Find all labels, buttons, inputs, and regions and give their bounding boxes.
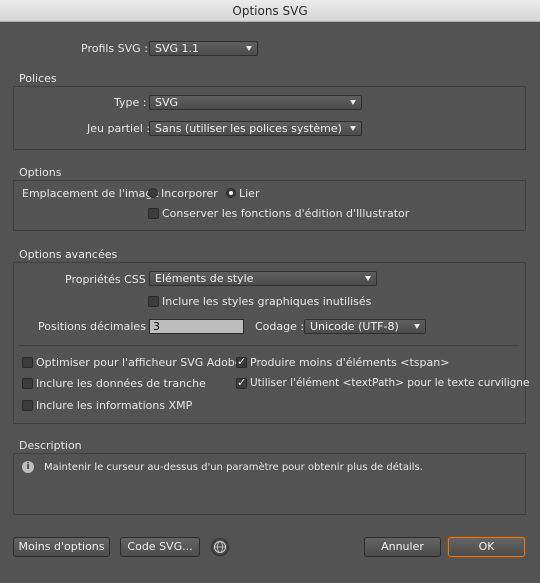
fewer-tspan-checkbox[interactable] (236, 355, 247, 368)
encoding-label: Codage : (255, 320, 305, 333)
embed-radio[interactable] (148, 188, 158, 198)
preserve-editing-checkbox[interactable] (148, 208, 159, 219)
chevron-down-icon (365, 276, 371, 281)
link-label: Lier (239, 187, 260, 200)
font-type-value: SVG (155, 96, 179, 109)
chevron-down-icon (350, 126, 356, 131)
chevron-down-icon (414, 324, 420, 329)
font-subset-label: Jeu partiel : (87, 122, 151, 135)
css-properties-label: Propriétés CSS : (65, 273, 153, 286)
fonts-section-title: Polices (19, 72, 57, 85)
xmp-checkbox[interactable] (22, 400, 33, 411)
less-options-button[interactable]: Moins d'options (13, 537, 110, 557)
svg-profile-label: Profils SVG : (81, 42, 148, 55)
fewer-tspan-label: Produire moins d'éléments <tspan> (250, 356, 450, 369)
textpath-checkbox[interactable] (236, 376, 247, 389)
unused-styles-label: Inclure les styles graphiques inutilisés (162, 295, 372, 308)
font-subset-dropdown[interactable]: Sans (utiliser les polices système) (149, 121, 362, 136)
description-section-title: Description (19, 439, 82, 452)
advanced-section-title: Options avancées (19, 248, 118, 261)
font-type-label: Type : (114, 96, 147, 109)
slice-data-label: Inclure les données de tranche (36, 377, 206, 390)
preserve-editing-label: Conserver les fonctions d'édition d'Illu… (162, 207, 410, 220)
window-title: Options SVG (0, 0, 540, 22)
encoding-dropdown[interactable]: Unicode (UTF-8) (304, 319, 426, 334)
options-section-title: Options (19, 166, 62, 179)
chevron-down-icon (350, 100, 356, 105)
slice-data-checkbox[interactable] (22, 378, 33, 389)
xmp-label: Inclure les informations XMP (36, 399, 193, 412)
unused-styles-checkbox[interactable] (148, 296, 159, 307)
advanced-divider (19, 345, 519, 346)
textpath-label: Utiliser l'élément <textPath> pour le te… (250, 377, 530, 389)
optimize-label: Optimiser pour l'afficheur SVG Adobe (36, 356, 242, 369)
info-icon: i (22, 461, 34, 473)
optimize-checkbox[interactable] (22, 357, 33, 368)
font-subset-value: Sans (utiliser les polices système) (155, 122, 342, 135)
embed-label: Incorporer (161, 187, 218, 200)
decimal-places-label: Positions décimales : (38, 320, 154, 333)
description-text: Maintenir le curseur au-dessus d'un para… (44, 462, 423, 473)
css-properties-value: Eléments de style (155, 272, 254, 285)
globe-icon[interactable] (211, 538, 229, 556)
image-location-label: Emplacement de l'image (22, 187, 160, 200)
ok-button[interactable]: OK (448, 537, 525, 557)
font-type-dropdown[interactable]: SVG (149, 95, 362, 110)
css-properties-dropdown[interactable]: Eléments de style (149, 271, 377, 286)
encoding-value: Unicode (UTF-8) (310, 320, 399, 333)
chevron-down-icon (246, 46, 252, 51)
svg-profile-value: SVG 1.1 (155, 42, 200, 55)
cancel-button[interactable]: Annuler (364, 537, 441, 557)
svg-code-button[interactable]: Code SVG... (120, 537, 200, 557)
link-radio[interactable] (226, 188, 236, 198)
decimal-places-input[interactable]: 3 (149, 319, 244, 334)
svg-profile-dropdown[interactable]: SVG 1.1 (149, 41, 258, 56)
